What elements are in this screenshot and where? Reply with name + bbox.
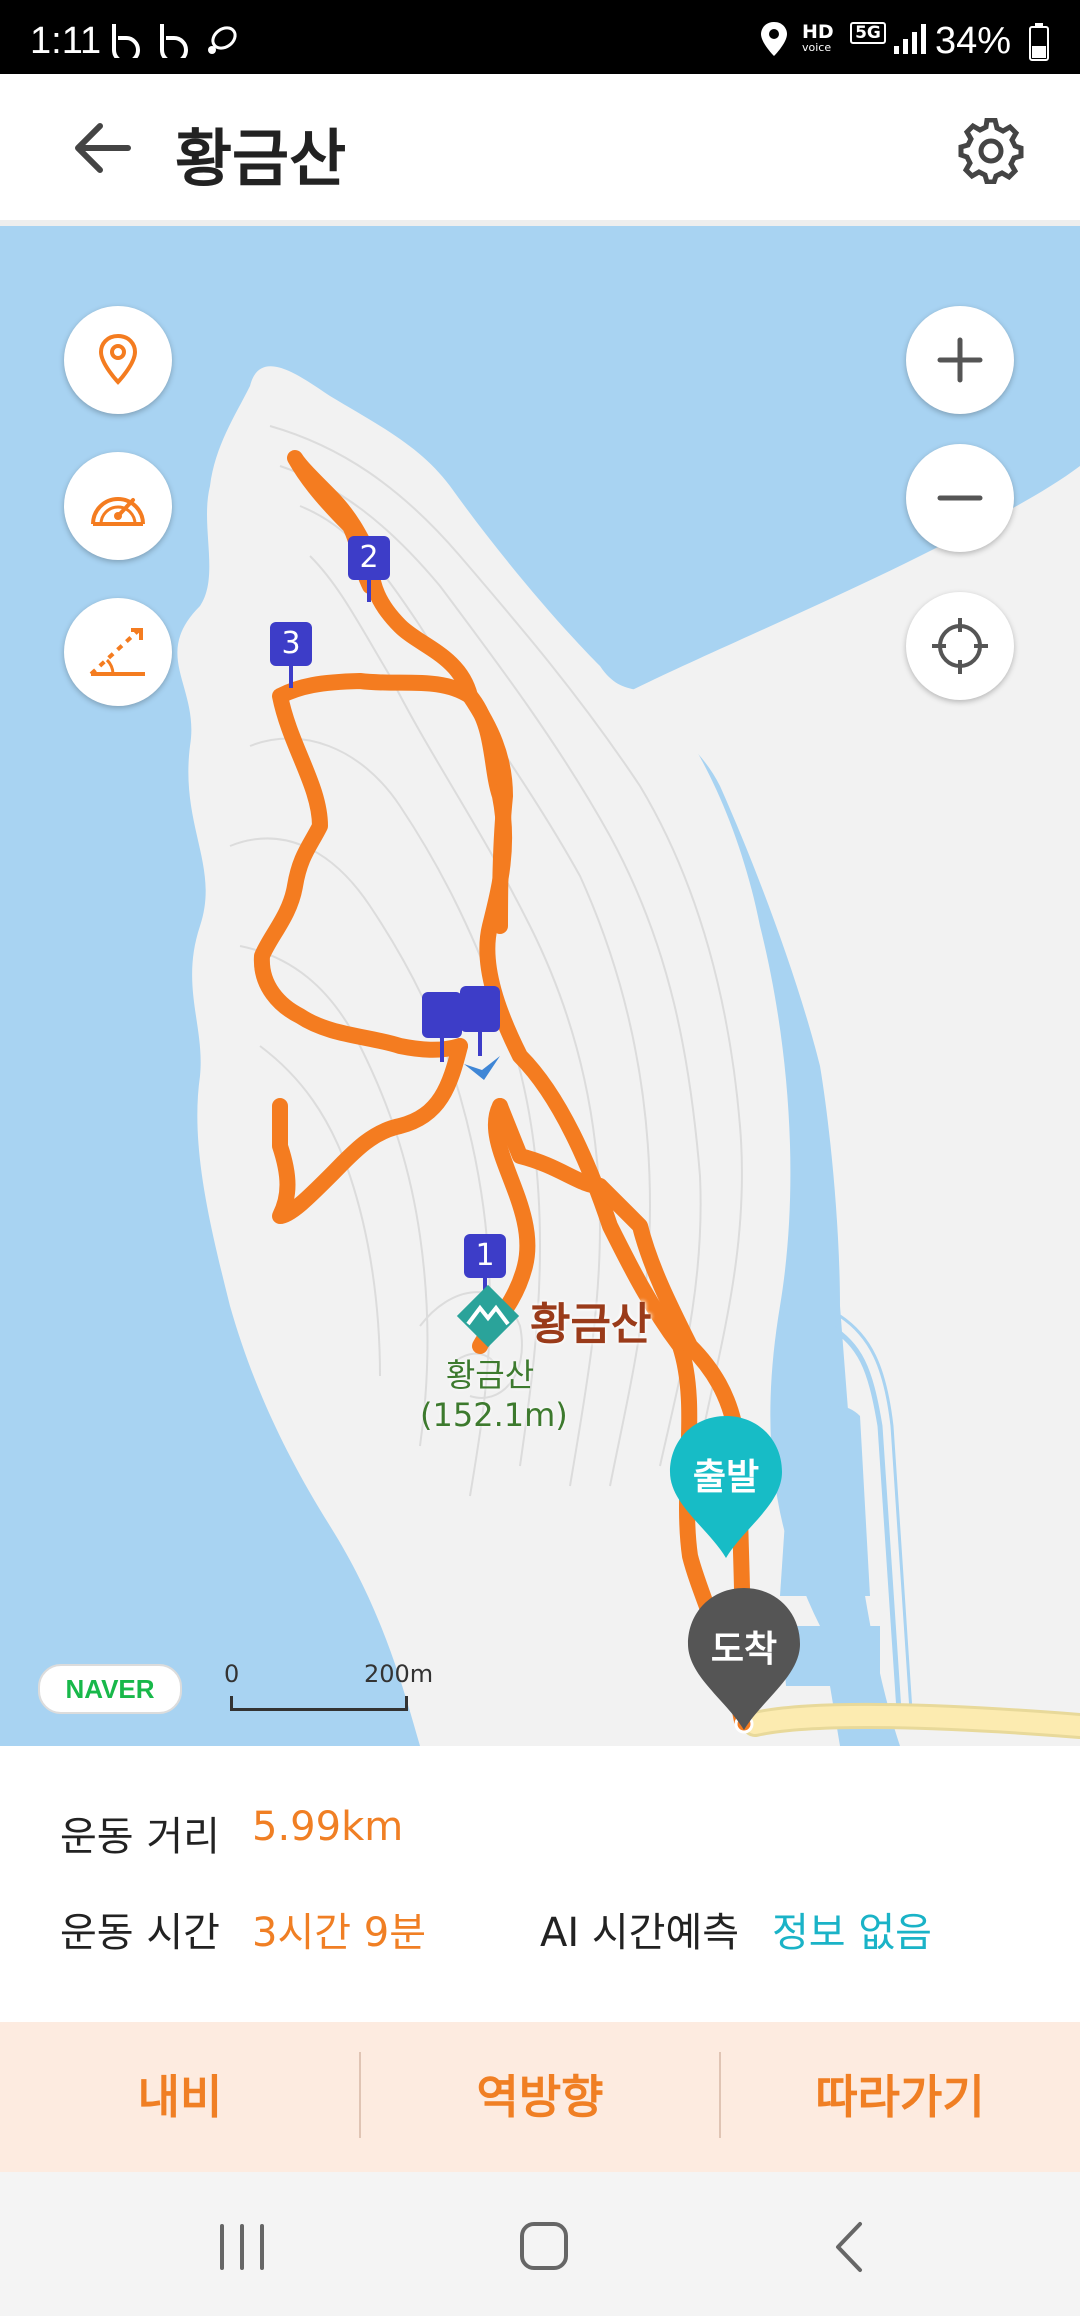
location-pin-button[interactable] [64, 306, 172, 414]
map-view[interactable]: 2 3 1 황금산 황금산 (152.1m) 출발 도착 NAVER 0 200… [0, 226, 1080, 1746]
gear-icon[interactable] [958, 118, 1024, 184]
b-app-icon [112, 24, 140, 58]
direction-arrow-icon [464, 1056, 500, 1080]
location-pin-icon [98, 333, 138, 385]
my-location-button[interactable] [906, 592, 1014, 700]
system-nav-bar [0, 2172, 1080, 2316]
home-icon[interactable] [516, 2218, 572, 2274]
status-bar: 1:11 HD voice 5G 34% [0, 0, 1080, 74]
b-app-icon [160, 24, 188, 58]
time-label: 운동 시간 [60, 1910, 220, 1956]
distance-label: 운동 거리 [60, 1814, 220, 1860]
route-info-panel: 운동 거리 5.99km 운동 시간 3시간 9분 AI 시간예측 정보 없음 [0, 1748, 1080, 2020]
elevation-button[interactable] [64, 598, 172, 706]
signal-icon [894, 24, 926, 54]
waypoint-marker-2[interactable]: 2 [348, 536, 390, 602]
peak-elevation-label: 황금산 (152.1m) [420, 1356, 568, 1434]
start-marker[interactable]: 출발 [666, 1412, 786, 1562]
navigation-button[interactable]: 내비 [0, 2022, 360, 2172]
app-bar: 황금산 [0, 74, 1080, 220]
location-icon [761, 22, 787, 56]
distance-value: 5.99km [252, 1804, 404, 1850]
time-value: 3시간 9분 [252, 1910, 427, 1956]
scale-end-label: 200m [364, 1660, 434, 1688]
plus-icon [937, 337, 983, 383]
speedometer-button[interactable] [64, 452, 172, 560]
end-marker[interactable]: 도착 [684, 1584, 804, 1734]
scale-bar [230, 1696, 408, 1711]
ai-prediction-label: AI 시간예측 [540, 1910, 740, 1956]
lagoon [780, 1406, 870, 1596]
arrow-left-icon[interactable] [70, 120, 134, 176]
5g-icon: 5G [850, 22, 886, 58]
map-canvas[interactable] [0, 226, 1080, 1746]
status-time: 1:11 [30, 20, 102, 62]
naver-logo: NAVER [38, 1664, 182, 1714]
battery-percent: 34% [935, 20, 1012, 62]
zoom-in-button[interactable] [906, 306, 1014, 414]
back-icon[interactable] [828, 2220, 872, 2274]
activity-icon [208, 26, 237, 54]
elevation-icon [89, 628, 145, 676]
recent-apps-icon[interactable] [212, 2222, 272, 2272]
page-title: 황금산 [175, 122, 347, 195]
battery-icon [1029, 23, 1049, 61]
crosshair-icon [932, 618, 988, 674]
waypoint-marker-3[interactable]: 3 [270, 622, 312, 688]
mountain-peak-icon [456, 1284, 520, 1348]
reverse-button[interactable]: 역방향 [360, 2022, 720, 2172]
action-bar: 내비 역방향 따라가기 [0, 2022, 1080, 2172]
scale-start-label: 0 [224, 1660, 240, 1688]
ai-prediction-value: 정보 없음 [772, 1910, 932, 1956]
hd-voice-icon: HD voice [802, 21, 834, 55]
peak-name-label: 황금산 [530, 1299, 652, 1350]
speedometer-icon [91, 497, 145, 526]
zoom-out-button[interactable] [906, 444, 1014, 552]
minus-icon [937, 495, 983, 501]
follow-button[interactable]: 따라가기 [720, 2022, 1080, 2172]
